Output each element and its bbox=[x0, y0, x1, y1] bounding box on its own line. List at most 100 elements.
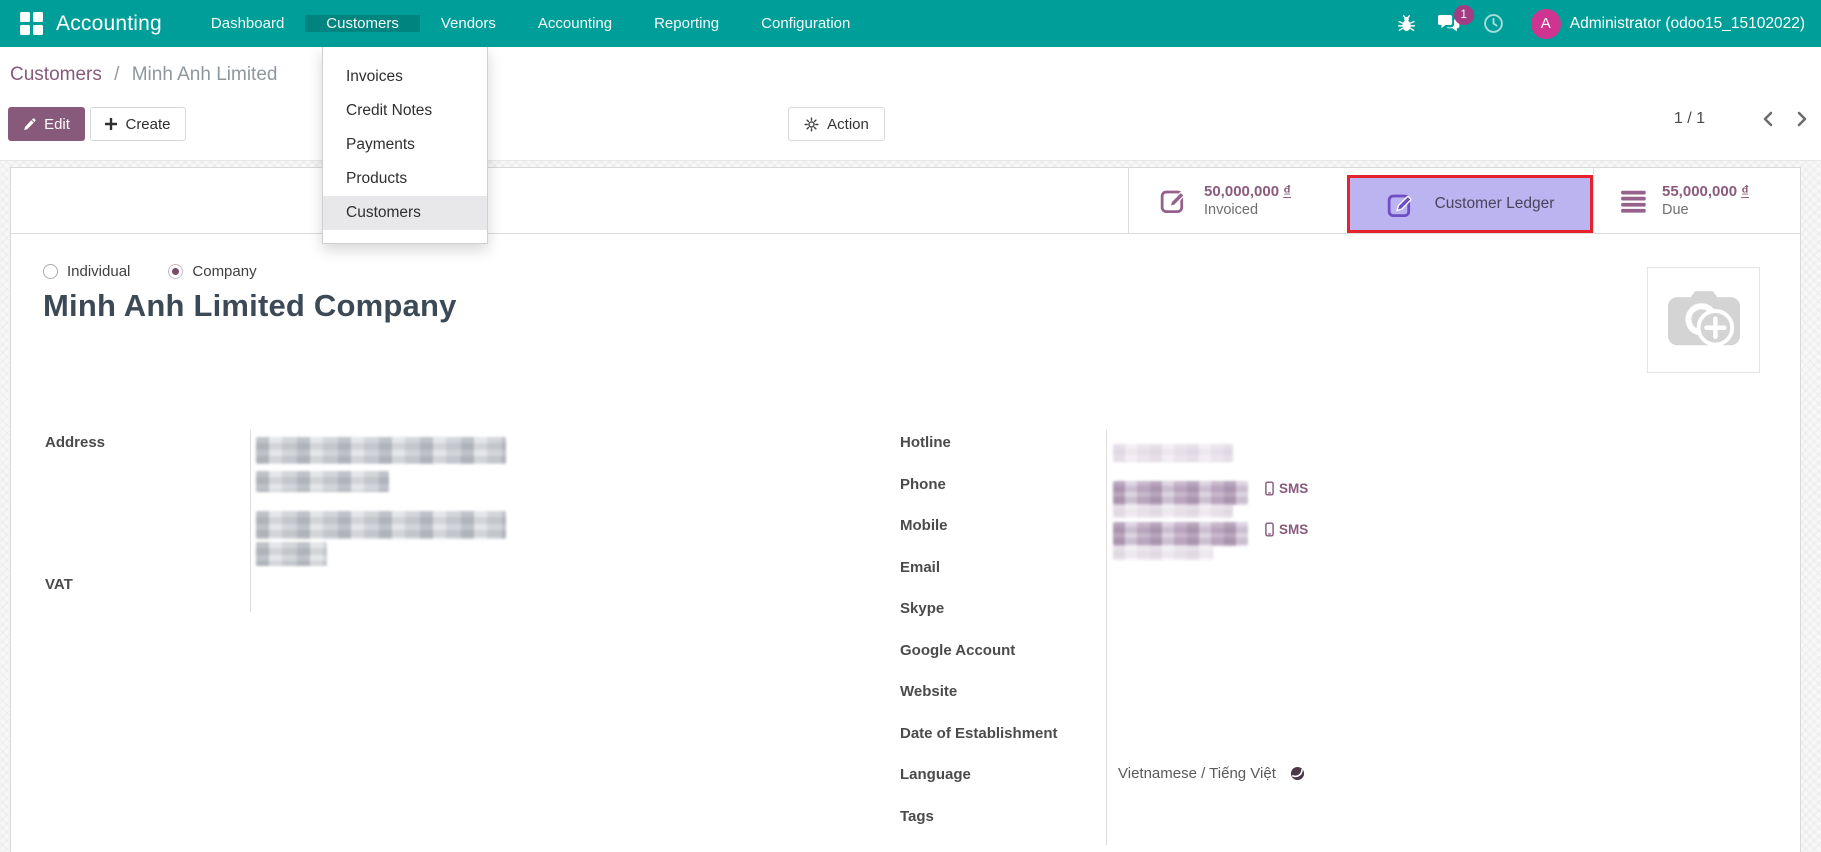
skype-value[interactable] bbox=[1106, 596, 1611, 638]
field-row-tags: Tags bbox=[900, 804, 1611, 846]
tags-value[interactable] bbox=[1106, 804, 1611, 846]
message-count-badge: 1 bbox=[1454, 5, 1474, 25]
nav-item-customers[interactable]: Customers bbox=[305, 15, 420, 32]
language-selected-value[interactable]: Vietnamese / Tiếng Việt bbox=[1118, 765, 1276, 782]
globe-icon[interactable] bbox=[1290, 766, 1305, 781]
language-value[interactable]: Vietnamese / Tiếng Việt bbox=[1106, 762, 1611, 804]
breadcrumb-customers-link[interactable]: Customers bbox=[10, 64, 102, 85]
stat-button-row: 50,000,000 ₫ Invoiced Customer Ledger bbox=[11, 168, 1800, 234]
mobile-label: Mobile bbox=[900, 513, 1106, 555]
address-field-group: Address VAT bbox=[45, 430, 517, 612]
individual-radio[interactable] bbox=[43, 264, 58, 279]
currency-dong: ₫ bbox=[1283, 183, 1291, 200]
vat-value[interactable] bbox=[250, 572, 517, 612]
nav-item-configuration[interactable]: Configuration bbox=[740, 15, 871, 32]
mobile-phone-icon bbox=[1265, 481, 1274, 496]
field-row-phone: Phone SMS bbox=[900, 472, 1611, 514]
apps-menu-icon[interactable] bbox=[20, 12, 43, 35]
dropdown-item-credit-notes[interactable]: Credit Notes bbox=[323, 94, 487, 128]
user-name[interactable]: Administrator (odoo15_15102022) bbox=[1570, 15, 1811, 33]
dropdown-item-products[interactable]: Products bbox=[323, 162, 487, 196]
company-radio[interactable] bbox=[168, 264, 183, 279]
field-row-website: Website bbox=[900, 679, 1611, 721]
user-avatar[interactable]: A bbox=[1531, 9, 1561, 39]
redacted-phone-number bbox=[1113, 481, 1248, 505]
google-account-label: Google Account bbox=[900, 638, 1106, 680]
field-row-address: Address bbox=[45, 430, 517, 572]
create-button[interactable]: Create bbox=[90, 107, 186, 141]
customer-photo-placeholder[interactable] bbox=[1647, 267, 1760, 373]
action-button[interactable]: Action bbox=[788, 107, 885, 141]
customer-form-sheet: 50,000,000 ₫ Invoiced Customer Ledger bbox=[10, 167, 1801, 852]
vat-label: VAT bbox=[45, 572, 250, 612]
hotline-label: Hotline bbox=[900, 430, 1106, 472]
messages-icon[interactable]: 1 bbox=[1438, 14, 1461, 34]
website-label: Website bbox=[900, 679, 1106, 721]
sms-label: SMS bbox=[1279, 481, 1308, 496]
debug-bug-icon[interactable] bbox=[1397, 14, 1416, 33]
language-label: Language bbox=[900, 762, 1106, 804]
pencil-icon bbox=[23, 118, 36, 131]
due-stat-button[interactable]: 55,000,000 ₫ Due bbox=[1593, 168, 1800, 233]
invoiced-stat-text: 50,000,000 ₫ Invoiced bbox=[1204, 183, 1291, 219]
google-account-value[interactable] bbox=[1106, 638, 1611, 680]
redacted-address-line-4 bbox=[256, 542, 327, 566]
address-value[interactable] bbox=[250, 430, 517, 572]
field-row-date-of-establishment: Date of Establishment bbox=[900, 721, 1611, 763]
company-radio-label[interactable]: Company bbox=[192, 263, 256, 280]
website-value[interactable] bbox=[1106, 679, 1611, 721]
top-navbar: Accounting Dashboard Customers Vendors A… bbox=[0, 0, 1821, 47]
nav-item-dashboard[interactable]: Dashboard bbox=[190, 15, 305, 32]
mobile-sms-link[interactable]: SMS bbox=[1265, 522, 1308, 537]
app-brand[interactable]: Accounting bbox=[56, 12, 162, 36]
pencil-square-icon bbox=[1159, 186, 1188, 215]
field-row-email: Email bbox=[900, 555, 1611, 597]
date-of-establishment-label: Date of Establishment bbox=[900, 721, 1106, 763]
due-stat-text: 55,000,000 ₫ Due bbox=[1662, 183, 1749, 219]
nav-item-accounting[interactable]: Accounting bbox=[517, 15, 633, 32]
plus-icon bbox=[105, 118, 117, 130]
individual-radio-label[interactable]: Individual bbox=[67, 263, 130, 280]
action-button-label: Action bbox=[827, 116, 869, 133]
email-label: Email bbox=[900, 555, 1106, 597]
email-value[interactable] bbox=[1106, 555, 1611, 597]
redacted-mobile-number bbox=[1113, 522, 1248, 546]
nav-item-reporting[interactable]: Reporting bbox=[633, 15, 740, 32]
redacted-address-line-3 bbox=[256, 511, 506, 539]
redacted-address-line-1 bbox=[256, 437, 506, 464]
field-row-vat: VAT bbox=[45, 572, 517, 612]
customer-ledger-label: Customer Ledger bbox=[1435, 195, 1555, 213]
skype-label: Skype bbox=[900, 596, 1106, 638]
breadcrumb: Customers / Minh Anh Limited bbox=[10, 64, 277, 86]
edit-button[interactable]: Edit bbox=[8, 107, 85, 141]
breadcrumb-current-record: Minh Anh Limited bbox=[132, 64, 278, 85]
customer-name-title: Minh Anh Limited Company bbox=[43, 288, 457, 324]
field-row-skype: Skype bbox=[900, 596, 1611, 638]
record-pager: 1 / 1 bbox=[1674, 110, 1808, 128]
navbar-left: Accounting Dashboard Customers Vendors A… bbox=[0, 0, 871, 47]
pager-previous-icon[interactable] bbox=[1762, 111, 1773, 127]
nav-item-vendors[interactable]: Vendors bbox=[420, 15, 517, 32]
dropdown-item-customers[interactable]: Customers bbox=[323, 196, 487, 230]
redacted-mobile-shadow bbox=[1113, 504, 1233, 518]
edit-button-label: Edit bbox=[44, 116, 70, 133]
invoiced-amount: 50,000,000 bbox=[1204, 183, 1279, 200]
control-panel: Customers / Minh Anh Limited Edit Create… bbox=[0, 47, 1821, 161]
invoiced-stat-button[interactable]: 50,000,000 ₫ Invoiced bbox=[1128, 168, 1347, 233]
phone-sms-link[interactable]: SMS bbox=[1265, 481, 1308, 496]
pager-count: 1 / 1 bbox=[1674, 110, 1705, 128]
tags-label: Tags bbox=[900, 804, 1106, 846]
customer-ledger-button[interactable]: Customer Ledger bbox=[1347, 175, 1593, 233]
date-of-establishment-value[interactable] bbox=[1106, 721, 1611, 763]
mobile-phone-icon bbox=[1265, 522, 1274, 537]
activities-clock-icon[interactable] bbox=[1483, 13, 1504, 34]
dropdown-item-payments[interactable]: Payments bbox=[323, 128, 487, 162]
address-label: Address bbox=[45, 430, 250, 572]
navbar-right: 1 A Administrator (odoo15_15102022) bbox=[1386, 0, 1821, 47]
redacted-email-shadow bbox=[1113, 546, 1213, 560]
hotline-value[interactable] bbox=[1106, 430, 1611, 472]
sms-label: SMS bbox=[1279, 522, 1308, 537]
pencil-square-icon bbox=[1386, 190, 1415, 219]
dropdown-item-invoices[interactable]: Invoices bbox=[323, 60, 487, 94]
pager-next-icon[interactable] bbox=[1797, 111, 1808, 127]
